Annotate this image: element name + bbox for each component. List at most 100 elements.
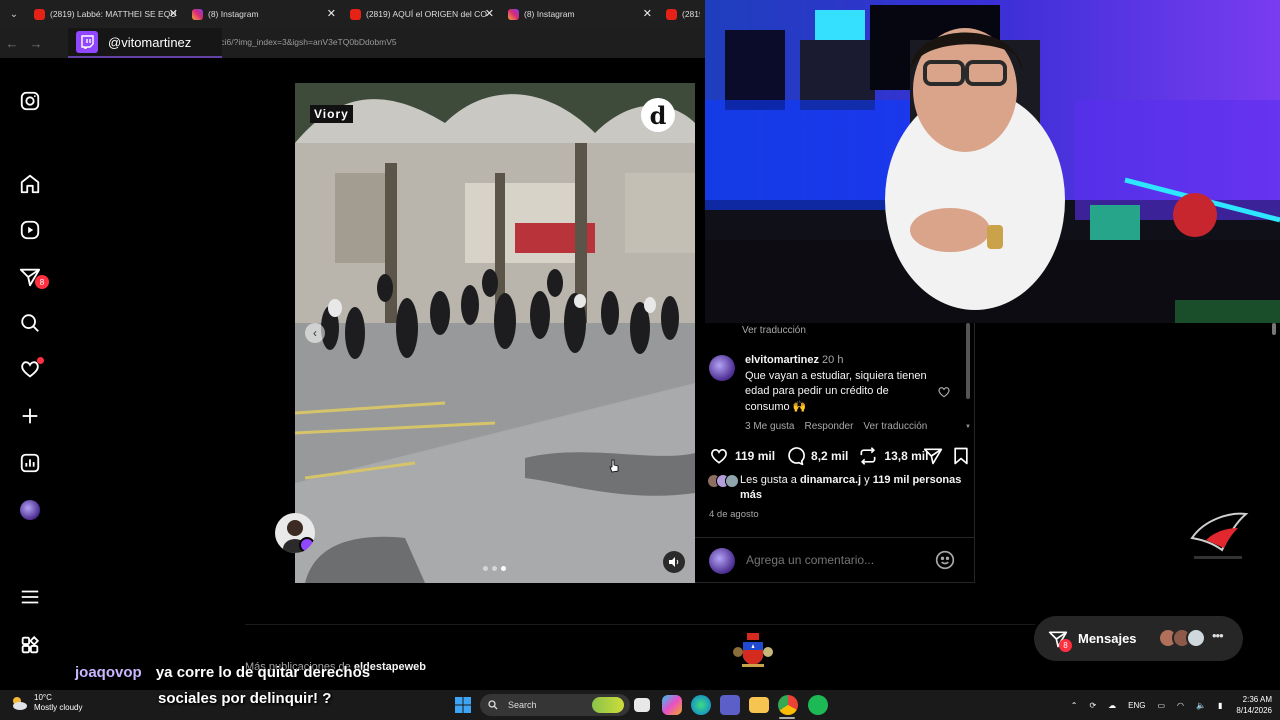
weather-widget[interactable]: 10°C Mostly cloudy — [10, 693, 82, 713]
create-icon[interactable] — [19, 405, 41, 427]
emoji-icon[interactable] — [935, 550, 955, 570]
system-tray: ⌃ ⟳ ☁ ENG ▭ ◠ 🔈 ▮ 2:36 AM 8/14/2026 — [1059, 690, 1272, 720]
tab-title: (8) Instagram — [208, 9, 259, 19]
reply-link[interactable]: Responder — [804, 421, 853, 432]
search-icon[interactable] — [19, 312, 41, 334]
instagram-icon — [192, 8, 203, 20]
tab-close-icon[interactable]: ✕ — [485, 7, 494, 20]
mute-button[interactable] — [663, 551, 685, 573]
repost-button[interactable]: 13,8 mil — [858, 446, 928, 466]
sync-icon[interactable]: ⟳ — [1089, 701, 1096, 710]
tab-title: (2819 — [682, 9, 700, 19]
url-text[interactable]: /ci6/?img_index=3&igsh=anV3eTQ0bDdobmV5 — [218, 37, 397, 47]
scroll-down-arrow-icon[interactable]: ▼ — [965, 424, 971, 430]
youtube-icon — [34, 8, 45, 20]
language-indicator[interactable]: ENG — [1128, 701, 1145, 710]
messages-button[interactable]: 8 Mensajes ••• — [1034, 616, 1243, 661]
comment-translation-link[interactable]: Ver traducción — [863, 421, 927, 432]
cloudy-weather-icon — [13, 697, 27, 710]
browser-tab[interactable]: (2819) Labbé: MATTHEI SE EQU ✕ — [28, 0, 186, 28]
task-view-icon[interactable] — [634, 698, 650, 712]
browser-tab-bar: ⌄ (2819) Labbé: MATTHEI SE EQU ✕ (8) Ins… — [0, 0, 705, 28]
comment-username[interactable]: elvitomartinez — [745, 354, 819, 366]
comment-time: 20 h — [822, 354, 844, 366]
menu-icon[interactable] — [19, 586, 41, 608]
page-scrollbar[interactable] — [1271, 323, 1277, 513]
post-date[interactable]: 4 de agosto — [709, 509, 759, 520]
liked-by-user[interactable]: dinamarca.j — [800, 474, 861, 486]
wifi-icon[interactable]: ◠ — [1177, 701, 1184, 710]
spotify-icon[interactable] — [808, 695, 828, 715]
network-cloud-icon[interactable]: ☁ — [1108, 701, 1116, 710]
comment-text: Que vayan a estudiar, siquiera tienen ed… — [745, 369, 927, 413]
copilot-icon[interactable] — [662, 695, 682, 715]
browser-tab[interactable]: (8) Instagram ✕ — [502, 0, 660, 28]
live-badge-icon — [299, 537, 315, 553]
liked-by: Les gusta a dinamarca.j y 119 mil person… — [707, 473, 967, 503]
home-icon[interactable] — [19, 173, 41, 195]
tab-close-icon[interactable]: ✕ — [643, 7, 652, 20]
forward-arrow-icon[interactable]: → — [24, 36, 48, 51]
protest-video-frame — [295, 83, 695, 583]
like-count: 119 mil — [735, 449, 776, 463]
webcam-overlay — [705, 0, 1280, 323]
clock[interactable]: 2:36 AM 8/14/2026 — [1236, 694, 1272, 716]
youtube-icon — [350, 8, 361, 20]
previous-slide-button[interactable]: ‹ — [305, 323, 325, 343]
current-user-avatar — [709, 548, 735, 574]
comment-input[interactable] — [746, 553, 916, 567]
chat-message: joaqovop ya corre lo de quitar derechos — [75, 664, 370, 681]
instagram-icon — [508, 8, 519, 20]
battery-icon[interactable]: ▮ — [1218, 701, 1222, 710]
teams-icon[interactable] — [720, 695, 740, 715]
file-explorer-icon[interactable] — [749, 697, 769, 713]
windows-start-icon[interactable] — [455, 697, 471, 713]
direct-badge: 8 — [35, 275, 49, 289]
rog-logo-icon — [1190, 512, 1249, 559]
tab-list-chevron-icon[interactable]: ⌄ — [0, 0, 28, 28]
tab-title: (2819) Labbé: MATTHEI SE EQU — [50, 9, 177, 19]
tab-close-icon[interactable]: ✕ — [169, 7, 178, 20]
comment: elvitomartinez 20 h Que vayan a estudiar… — [745, 353, 935, 415]
instagram-sidebar: 8 — [0, 58, 60, 690]
tab-close-icon[interactable]: ✕ — [327, 7, 336, 20]
reels-icon[interactable] — [19, 219, 41, 241]
taskbar-search[interactable]: Search — [480, 694, 630, 716]
comments-scrollbar[interactable] — [966, 323, 970, 399]
chrome-icon[interactable] — [778, 695, 798, 715]
comment-icon — [788, 447, 805, 466]
search-icon — [488, 700, 498, 710]
volume-icon[interactable]: 🔈 — [1196, 701, 1206, 710]
browser-tab[interactable]: (2819 — [660, 0, 700, 28]
floating-profile-avatar[interactable] — [275, 513, 315, 553]
weather-condition: Mostly cloudy — [34, 703, 83, 712]
profile-avatar[interactable] — [20, 500, 40, 520]
direct-icon[interactable]: 8 — [19, 266, 49, 289]
chat-message-continued: sociales por delinquir! ? — [158, 690, 332, 707]
dashboard-icon[interactable] — [19, 452, 41, 474]
comment-like-count[interactable]: 3 Me gusta — [745, 421, 794, 432]
comment-like-heart-icon[interactable] — [937, 385, 951, 399]
save-bookmark-icon[interactable] — [951, 446, 971, 466]
comment-count: 8,2 mil — [811, 449, 849, 463]
see-translation-link[interactable]: Ver traducción — [742, 325, 806, 336]
comment-meta: 3 Me gusta Responder Ver traducción — [745, 421, 927, 432]
display-icon[interactable]: ▭ — [1157, 701, 1165, 710]
comment-button[interactable]: 8,2 mil — [785, 446, 848, 466]
share-icon[interactable] — [923, 446, 943, 466]
browser-tab[interactable]: (8) Instagram ✕ — [186, 0, 344, 28]
edge-icon[interactable] — [691, 695, 711, 715]
commenter-avatar[interactable] — [709, 355, 735, 381]
heart-icon[interactable] — [19, 357, 44, 380]
also-from-meta-icon[interactable] — [19, 634, 41, 656]
back-arrow-icon[interactable]: ← — [0, 36, 24, 51]
like-button[interactable]: 119 mil — [709, 446, 775, 466]
post-media[interactable]: Viory d ‹ — [295, 83, 695, 583]
messages-label: Mensajes — [1078, 631, 1137, 646]
streamer-webcam — [705, 0, 1280, 323]
browser-tab[interactable]: (2819) AQUÍ el ORIGEN del CO ✕ — [344, 0, 502, 28]
instagram-icon[interactable] — [19, 90, 41, 112]
tray-overflow-chevron-icon[interactable]: ⌃ — [1071, 701, 1078, 710]
messages-badge: 8 — [1059, 639, 1072, 652]
liked-by-avatars[interactable] — [707, 474, 739, 503]
